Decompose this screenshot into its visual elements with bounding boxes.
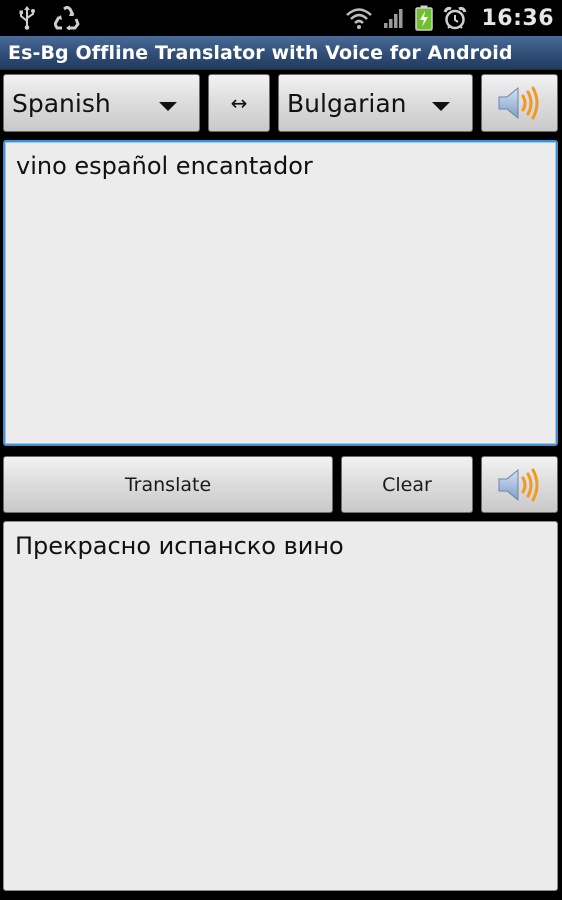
- usb-icon: [18, 6, 36, 30]
- chevron-down-icon: [159, 102, 177, 111]
- speak-output-button[interactable]: [481, 456, 558, 513]
- battery-charging-icon: [415, 5, 434, 31]
- app-title: Es-Bg Offline Translator with Voice for …: [8, 41, 513, 64]
- alarm-icon: [443, 6, 467, 30]
- wifi-icon: [345, 7, 373, 29]
- chevron-down-icon: [432, 102, 450, 111]
- signal-icon: [383, 7, 405, 29]
- source-text-input[interactable]: vino español encantador: [3, 140, 558, 446]
- status-time: 16:36: [481, 5, 554, 31]
- status-bar: 16:36: [0, 0, 562, 36]
- app-title-bar: Es-Bg Offline Translator with Voice for …: [0, 36, 562, 70]
- clear-button-label: Clear: [382, 473, 432, 496]
- swap-arrows-icon: ↔: [230, 91, 248, 115]
- translate-button[interactable]: Translate: [3, 456, 333, 513]
- translate-button-label: Translate: [124, 473, 212, 496]
- target-language-label: Bulgarian: [287, 88, 407, 118]
- source-text: vino español encantador: [16, 152, 313, 180]
- speaker-icon: [498, 86, 538, 120]
- speak-input-button[interactable]: [481, 74, 558, 132]
- recycle-icon: [54, 6, 80, 30]
- source-language-label: Spanish: [12, 88, 111, 118]
- translation-output: Прекрасно испанско вино: [3, 521, 558, 891]
- swap-languages-button[interactable]: ↔: [208, 74, 270, 132]
- source-language-spinner[interactable]: Spanish: [3, 74, 200, 132]
- speaker-icon: [498, 468, 538, 501]
- translated-text: Прекрасно испанско вино: [15, 532, 344, 560]
- clear-button[interactable]: Clear: [341, 456, 473, 513]
- target-language-spinner[interactable]: Bulgarian: [278, 74, 473, 132]
